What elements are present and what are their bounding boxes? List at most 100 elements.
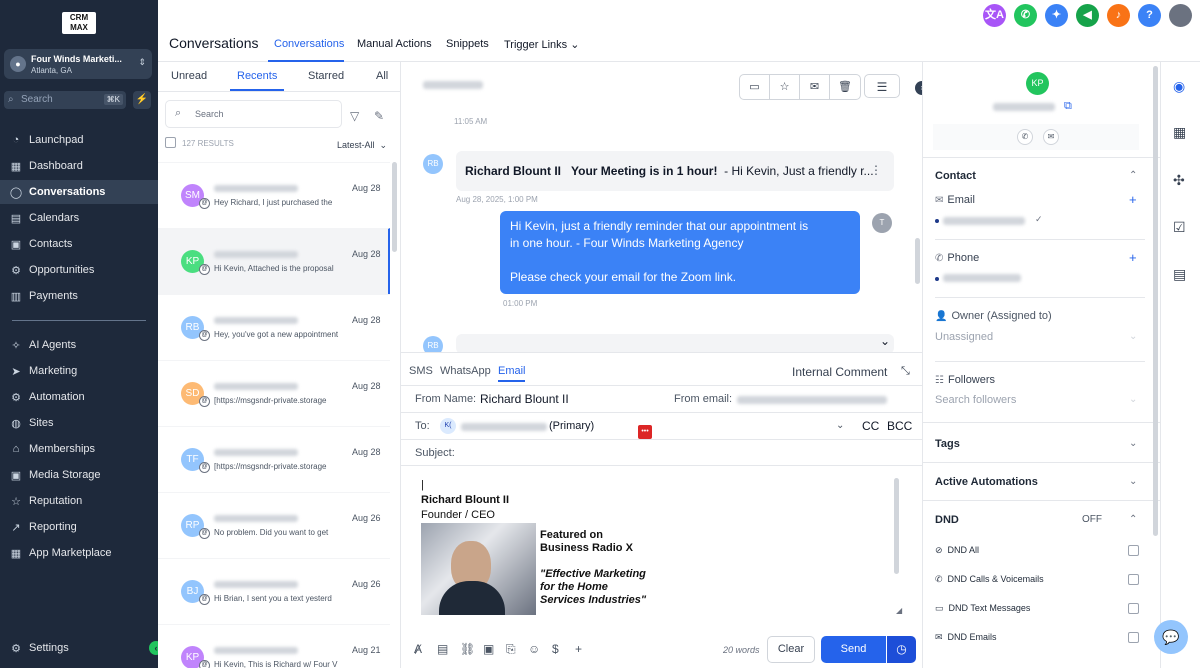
thread-scrollbar[interactable] [915, 238, 920, 284]
sidebar-item-ai-agents[interactable]: ✧ AI Agents [0, 333, 158, 357]
tab-trigger-links[interactable]: Trigger Links ⌄ [504, 38, 579, 51]
document-icon[interactable]: ▤ [437, 642, 448, 656]
chevron-down-icon[interactable]: ⌄ [836, 420, 844, 431]
brand-logo[interactable]: CRM MAX [62, 12, 96, 34]
composer-tab-email[interactable]: Email [498, 365, 526, 377]
tab-conversations[interactable]: Conversations [274, 38, 344, 50]
image-icon[interactable]: ▣ [483, 642, 494, 656]
subject-row[interactable]: Subject: [401, 439, 922, 466]
megaphone-icon[interactable]: ◀ [1076, 4, 1099, 27]
text-format-icon[interactable]: Ⱥ [414, 642, 422, 656]
chevron-up-icon[interactable]: ⌃ [1129, 170, 1137, 181]
contact-profile-icon[interactable]: ◉ [1173, 78, 1185, 95]
chevron-down-icon[interactable]: ⌄ [1129, 438, 1137, 449]
sidebar-item-contacts[interactable]: ▣ Contacts [0, 232, 158, 256]
sort-dropdown[interactable]: Latest-All ⌄ [337, 140, 387, 151]
cc-button[interactable]: CC [862, 419, 879, 433]
bcc-button[interactable]: BCC [887, 419, 912, 433]
sidebar-item-reputation[interactable]: ☆ Reputation [0, 489, 158, 513]
more-options-icon[interactable]: ⋮ [870, 163, 882, 177]
emoji-icon[interactable]: ☺ [528, 642, 540, 656]
scroll-down-icon[interactable]: ⌄ [880, 334, 890, 348]
sidebar-item-memberships[interactable]: ⌂ Memberships [0, 437, 158, 461]
panel-scrollbar[interactable] [1153, 66, 1158, 536]
quick-action-bolt-icon[interactable]: ⚡ [133, 91, 151, 109]
resize-handle-icon[interactable]: ◢ [896, 606, 902, 615]
owner-select[interactable]: Unassigned [935, 331, 993, 343]
from-email-redacted[interactable] [737, 396, 887, 404]
email-redacted[interactable] [943, 217, 1025, 225]
tab-snippets[interactable]: Snippets [446, 38, 489, 50]
dollar-icon[interactable]: $ [552, 642, 559, 656]
sidebar-item-settings[interactable]: ⚙ Settings [0, 636, 158, 660]
add-email-icon[interactable]: + [1129, 192, 1137, 207]
nav-search[interactable]: ⌕ Search ⌘K [4, 91, 126, 109]
tags-section-header[interactable]: Tags [935, 438, 960, 450]
dnd-checkbox[interactable] [1128, 632, 1139, 643]
dnd-checkbox[interactable] [1128, 574, 1139, 585]
followers-search-input[interactable]: Search followers [935, 394, 1016, 406]
sidebar-item-app-marketplace[interactable]: ▦ App Marketplace [0, 541, 158, 565]
email-body-editor[interactable]: | Richard Blount II Founder / CEO Featur… [414, 475, 903, 615]
sidebar-item-dashboard[interactable]: ▦ Dashboard [0, 154, 158, 178]
clear-button[interactable]: Clear [767, 636, 815, 663]
sidebar-item-payments[interactable]: ▥ Payments [0, 284, 158, 308]
menu-lines-icon[interactable]: ☰ [864, 74, 900, 98]
add-phone-icon[interactable]: + [1129, 250, 1137, 265]
sidebar-item-calendars[interactable]: ▤ Calendars [0, 206, 158, 230]
mail-icon[interactable]: ✉ [800, 75, 830, 99]
tasks-check-icon[interactable]: ☑ [1173, 219, 1186, 236]
mail-icon[interactable]: ✉ [1043, 129, 1059, 145]
incoming-email-preview[interactable]: Richard Blount II Your Meeting is in 1 h… [456, 151, 894, 191]
conversation-item[interactable]: RB @ Aug 28 Hey, you've got a new appointme… [158, 294, 390, 360]
conversation-item[interactable]: KP @ Aug 21 Hi Kevin, This is Richard w/ Fo… [158, 624, 390, 668]
send-button[interactable]: Send [821, 636, 886, 663]
conversation-item[interactable]: SD @ Aug 28 [https://msgsndr-private.storag… [158, 360, 390, 426]
schedule-clock-icon[interactable]: ◷ [887, 636, 916, 663]
tab-all[interactable]: All [376, 70, 388, 82]
tab-manual-actions[interactable]: Manual Actions [357, 38, 432, 50]
bell-icon[interactable]: ♪ [1107, 4, 1130, 27]
chevron-up-icon[interactable]: ⌃ [1129, 514, 1137, 525]
calendar-icon[interactable]: ▦ [1173, 124, 1186, 141]
chevron-right-icon[interactable]: › [915, 81, 922, 95]
chevron-down-icon[interactable]: ⌄ [1129, 331, 1137, 342]
phone-icon[interactable]: ✆ [1014, 4, 1037, 27]
phone-icon[interactable]: ✆ [1017, 129, 1033, 145]
sidebar-item-sites[interactable]: ◍ Sites [0, 411, 158, 435]
sidebar-item-opportunities[interactable]: ⚙ Opportunities [0, 258, 158, 282]
conversation-item[interactable]: BJ @ Aug 26 Hi Brian, I sent you a text yes… [158, 558, 390, 624]
chat-widget-icon[interactable]: 💬 [1154, 620, 1188, 654]
sidebar-item-reporting[interactable]: ↗ Reporting [0, 515, 158, 539]
chevron-down-icon[interactable]: ⌄ [1129, 394, 1137, 405]
link-icon[interactable]: ⛓ [460, 642, 475, 656]
star-icon[interactable]: ☆ [770, 75, 800, 99]
select-all-checkbox[interactable] [165, 137, 176, 148]
composer-tab-whatsapp[interactable]: WhatsApp [440, 365, 491, 377]
automations-section-header[interactable]: Active Automations [935, 476, 1038, 488]
sidebar-item-media-storage[interactable]: ▣ Media Storage [0, 463, 158, 487]
integrations-icon[interactable]: ✣ [1173, 172, 1185, 189]
conversation-search-input[interactable]: ⌕ Search [165, 100, 342, 128]
chevron-down-icon[interactable]: ⌄ [1129, 476, 1137, 487]
sidebar-item-conversations[interactable]: ◯ Conversations [0, 180, 158, 204]
dnd-checkbox[interactable] [1128, 603, 1139, 614]
sidebar-item-marketing[interactable]: ➤ Marketing [0, 359, 158, 383]
external-link-icon[interactable]: ⧉ [1064, 100, 1072, 113]
compose-icon[interactable]: ✎ [374, 109, 384, 123]
sidebar-item-launchpad[interactable]: ◔ Launchpad [0, 128, 158, 152]
composer-tab-sms[interactable]: SMS [409, 365, 433, 377]
conversation-item[interactable]: SM @ Aug 28 Hey Richard, I just purchased t… [158, 162, 390, 228]
conversation-item[interactable]: TF @ Aug 28 [https://msgsndr-private.storag… [158, 426, 390, 492]
plus-icon[interactable]: + [575, 642, 582, 656]
tab-starred[interactable]: Starred [308, 70, 344, 82]
account-switcher[interactable]: ● Four Winds Marketi... Atlanta, GA ⇕ [4, 49, 152, 79]
internal-comment-tab[interactable]: Internal Comment [792, 365, 887, 379]
list-scrollbar[interactable] [392, 162, 397, 252]
translate-icon[interactable]: 文A [983, 4, 1006, 27]
filter-icon[interactable]: ▽ [350, 109, 359, 123]
magic-icon[interactable]: ✦ [1045, 4, 1068, 27]
from-name-field[interactable]: Richard Blount II [480, 392, 569, 406]
folder-icon[interactable]: ▭ [740, 75, 770, 99]
collapse-composer-icon[interactable]: ⤡ [901, 365, 910, 378]
